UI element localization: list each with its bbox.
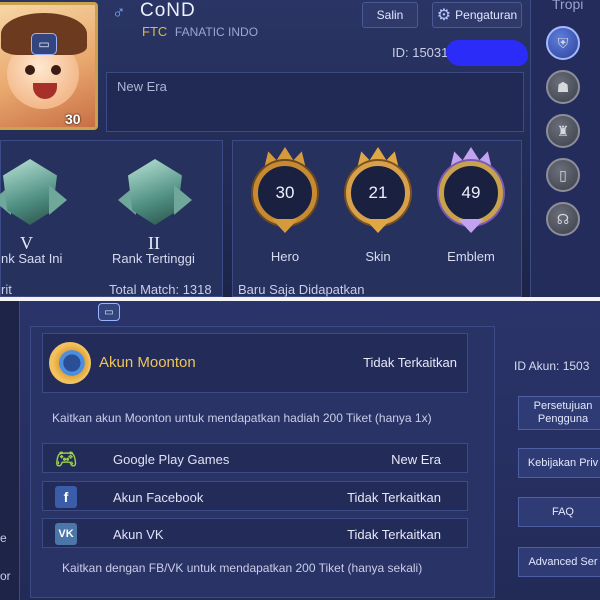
rank-wing — [49, 185, 67, 215]
settings-button[interactable]: ⚙ Pengaturan — [432, 2, 522, 28]
hero-medal[interactable]: 30 — [250, 147, 320, 239]
player-level: 30 — [65, 111, 81, 127]
hero-count: 30 — [253, 161, 317, 225]
user-agreement-button[interactable]: Persetujuan Pengguna — [518, 396, 600, 430]
moonton-logo-icon — [49, 342, 91, 384]
link-status: Tidak Terkaitkan — [347, 490, 441, 505]
skin-count: 21 — [346, 161, 410, 225]
total-match: Total Match: 1318 — [109, 282, 212, 297]
rank-footer-left: rit — [1, 282, 12, 297]
profile-panel: ▭ 30 ♂ CoND FTC FANATIC INDO Salin ⚙ Pen… — [0, 0, 600, 297]
vk-icon: VK — [55, 523, 77, 545]
shirt-icon[interactable]: ♜ — [546, 114, 580, 148]
shield-icon[interactable]: ⛨ — [546, 26, 580, 60]
rank-wing — [174, 185, 192, 215]
account-id: ID Akun: 1503 — [514, 359, 590, 373]
redaction-scribble — [446, 40, 528, 66]
rank-emblem-current — [0, 155, 67, 239]
tablet-icon[interactable]: ▯ — [546, 158, 580, 192]
rank-gem — [3, 159, 57, 225]
skin-medal[interactable]: 21 — [343, 147, 413, 239]
settings-button-label: Pengaturan — [455, 8, 518, 22]
facebook-row[interactable]: f Akun Facebook Tidak Terkaitkan — [42, 481, 468, 511]
avatar[interactable]: ▭ 30 — [0, 2, 98, 130]
avatar-eye — [51, 65, 61, 75]
moonton-account-status: Tidak Terkaitkan — [363, 355, 457, 370]
trophy-title: Tropi — [552, 0, 584, 12]
moonton-reward-hint: Kaitkan akun Moonton untuk mendapatkan h… — [52, 411, 432, 425]
tv-icon[interactable]: ▭ — [31, 33, 57, 55]
rank-gem — [128, 159, 182, 225]
link-status: New Era — [391, 452, 441, 467]
squad-info: FTC FANATIC INDO — [142, 24, 258, 39]
link-label: Akun Facebook — [113, 490, 204, 505]
user-agreement-line2: Pengguna — [537, 413, 589, 425]
medal-base — [272, 219, 298, 233]
avatar-eye — [25, 65, 35, 75]
medal-base — [458, 219, 484, 233]
moonton-account-row[interactable]: Akun Moonton Tidak Terkaitkan — [42, 333, 468, 393]
signature-text: New Era — [117, 79, 167, 94]
link-status: Tidak Terkaitkan — [347, 527, 441, 542]
emblem-medal[interactable]: 49 — [436, 147, 506, 239]
avatar-mouth — [33, 83, 57, 99]
facebook-icon: f — [55, 486, 77, 508]
gamepad-icon: 🎮︎ — [54, 448, 78, 469]
medal-base — [365, 219, 391, 233]
signature-box[interactable]: New Era — [106, 72, 524, 132]
link-label: Google Play Games — [113, 452, 230, 467]
emblem-label: Emblem — [447, 249, 495, 264]
skin-label: Skin — [365, 249, 391, 264]
recently-obtained: Baru Saja Didapatkan — [238, 282, 365, 297]
faq-button[interactable]: FAQ — [518, 497, 600, 527]
privacy-policy-button[interactable]: Kebijakan Priv — [518, 448, 600, 478]
player-name: CoND — [140, 0, 196, 21]
account-panel: e or ▭ Akun Moonton Tidak Terkaitkan Kai… — [0, 301, 600, 600]
link-label: Akun VK — [113, 527, 164, 542]
squad-name: FANATIC INDO — [174, 25, 259, 39]
advanced-settings-button[interactable]: Advanced Ser — [518, 547, 600, 577]
left-edge-strip — [0, 301, 20, 600]
collection-card[interactable]: 30 Hero 21 Skin 49 Emblem Baru Saja Dida… — [232, 140, 522, 297]
edge-text-e: e — [0, 531, 7, 545]
vk-row[interactable]: VK Akun VK Tidak Terkaitkan — [42, 518, 468, 548]
gender-male-icon: ♂ — [112, 2, 126, 22]
user-agreement-label: Persetujuan Pengguna — [534, 400, 593, 426]
emblem-count: 49 — [439, 161, 503, 225]
edge-text-or: or — [0, 569, 11, 583]
tv-icon[interactable]: ▭ — [98, 303, 120, 321]
helmet-icon[interactable]: ☊ — [546, 202, 580, 236]
current-rank-label: nk Saat Ini — [1, 251, 63, 266]
gear-icon: ⚙ — [436, 7, 452, 24]
rank-emblem-highest — [118, 155, 192, 239]
google-play-row[interactable]: 🎮︎ Google Play Games New Era — [42, 443, 468, 473]
user-agreement-line1: Persetujuan — [533, 400, 593, 412]
copy-id-button[interactable]: Salin — [362, 2, 418, 28]
fbvk-reward-hint: Kaitkan dengan FB/VK untuk mendapatkan 2… — [62, 561, 423, 575]
moonton-account-label: Akun Moonton — [99, 354, 196, 371]
highest-rank-label: Rank Tertinggi — [112, 251, 195, 266]
hero-label: Hero — [270, 249, 300, 264]
squad-tag: FTC — [142, 24, 168, 39]
player-id: ID: 15031 — [392, 45, 449, 60]
mask-icon[interactable]: ☗ — [546, 70, 580, 104]
rank-card[interactable]: V nk Saat Ini II Rank Tertinggi rit Tota… — [0, 140, 223, 297]
